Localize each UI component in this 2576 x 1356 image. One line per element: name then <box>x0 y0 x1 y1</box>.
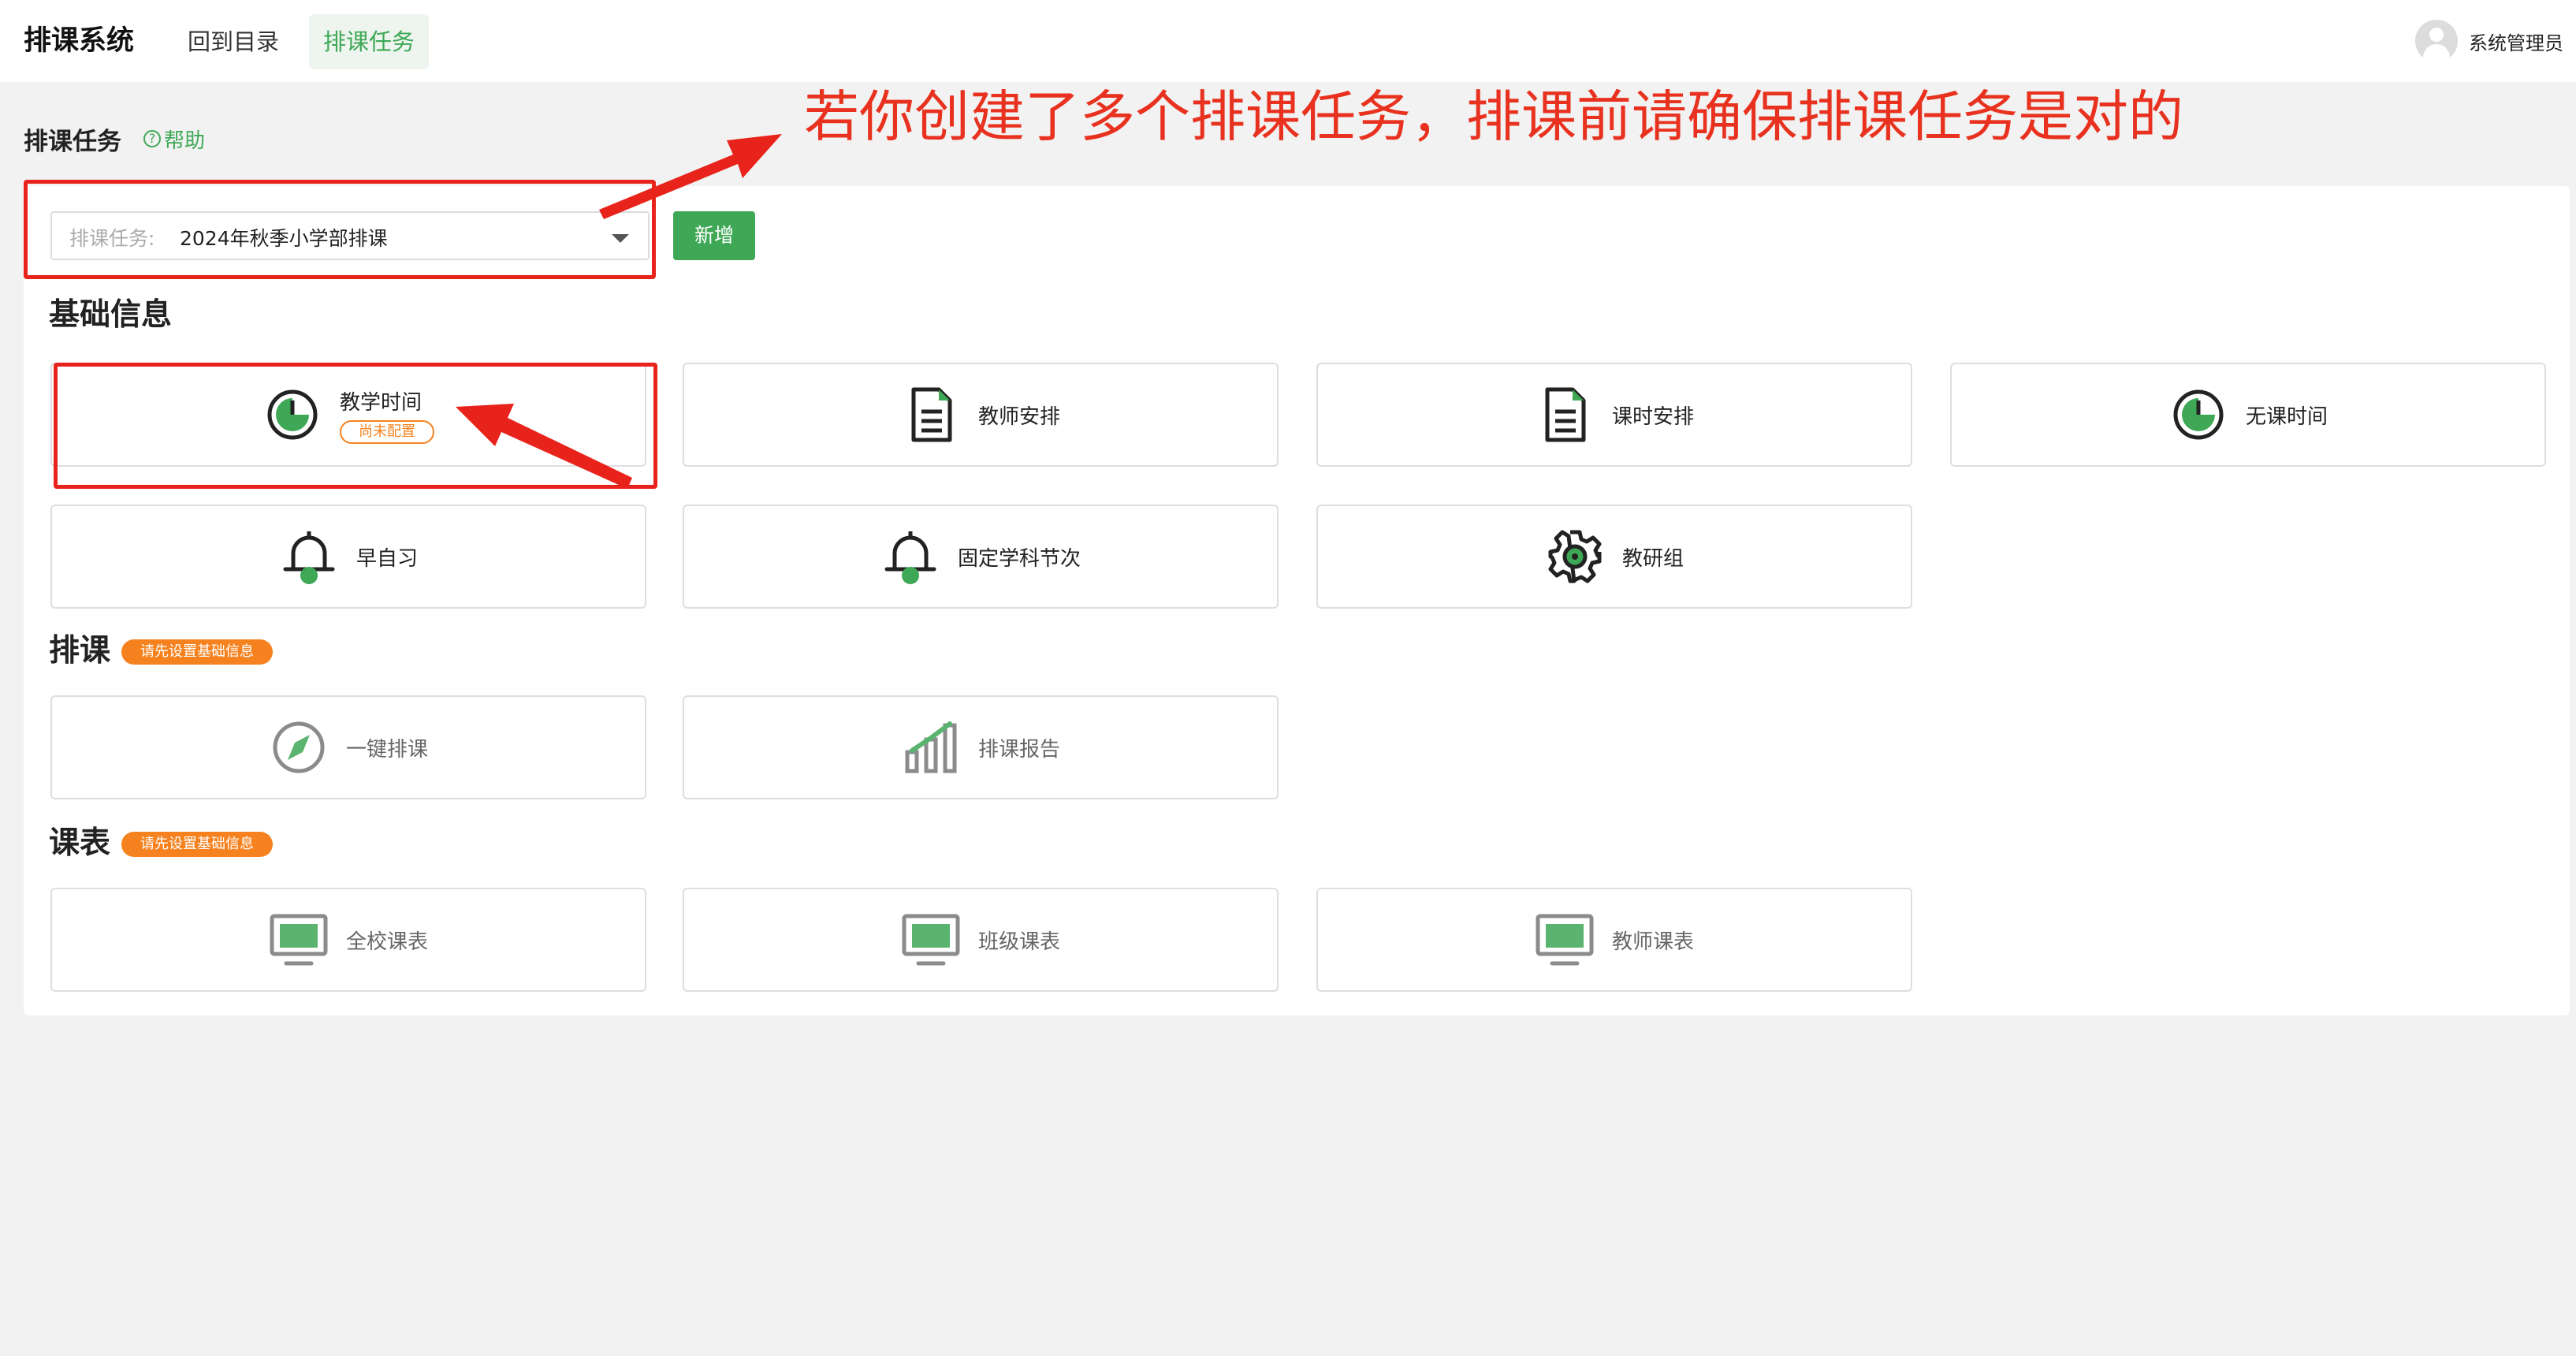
card-label: 全校课表 <box>345 929 428 954</box>
card-label: 一键排课 <box>345 737 428 762</box>
card-label: 排课报告 <box>977 737 1060 762</box>
bell-icon <box>880 527 940 587</box>
document-icon <box>901 385 961 445</box>
group-title-schedule: 排课 <box>49 633 111 669</box>
bell-icon <box>279 527 339 587</box>
user-name: 系统管理员 <box>2469 32 2563 54</box>
page-title: 排课任务 <box>24 127 121 156</box>
task-select[interactable]: 排课任务: 2024年秋季小学部排课 <box>50 211 650 260</box>
nav-schedule-task[interactable]: 排课任务 <box>309 14 430 69</box>
monitor-icon <box>901 910 961 970</box>
help-link[interactable]: ? 帮助 <box>143 125 205 154</box>
card-schedule-report[interactable]: 排课报告 <box>683 695 1279 799</box>
card-label: 教师安排 <box>977 404 1060 429</box>
group-title-basic: 基础信息 <box>49 297 173 333</box>
chevron-down-icon <box>612 234 629 243</box>
status-badge: 尚未配置 <box>340 419 434 444</box>
help-label: 帮助 <box>164 129 206 153</box>
card-class-hours[interactable]: 课时安排 <box>1316 363 1912 467</box>
card-label: 教师课表 <box>1611 929 1694 954</box>
avatar <box>2415 20 2458 62</box>
task-select-value: 2024年秋季小学部排课 <box>180 227 388 250</box>
document-icon <box>1535 385 1595 445</box>
card-school-timetable[interactable]: 全校课表 <box>50 888 646 992</box>
clock-icon <box>2168 385 2228 445</box>
nav-home[interactable]: 回到目录 <box>173 14 293 69</box>
compass-icon <box>269 717 329 777</box>
clock-icon <box>262 385 322 445</box>
card-teacher-timetable[interactable]: 教师课表 <box>1316 888 1912 992</box>
monitor-icon <box>1535 910 1595 970</box>
add-task-button[interactable]: 新增 <box>673 211 755 260</box>
warning-badge: 请先设置基础信息 <box>121 832 273 857</box>
card-auto-schedule[interactable]: 一键排课 <box>50 695 646 799</box>
gear-icon <box>1545 527 1605 587</box>
question-icon: ? <box>143 130 161 147</box>
card-label: 教研组 <box>1621 546 1684 571</box>
group-title-timetable: 课表 <box>49 825 111 861</box>
warning-badge: 请先设置基础信息 <box>121 639 273 665</box>
card-research-group[interactable]: 教研组 <box>1316 505 1912 609</box>
monitor-icon <box>269 910 329 970</box>
card-no-class-time[interactable]: 无课时间 <box>1950 363 2546 467</box>
card-morning-study[interactable]: 早自习 <box>50 505 646 609</box>
page-header: 排课任务 ? 帮助 <box>24 120 205 158</box>
task-select-label: 排课任务: <box>69 227 155 250</box>
card-label: 教学时间 <box>340 390 423 415</box>
card-class-timetable[interactable]: 班级课表 <box>683 888 1279 992</box>
annotation-text: 若你创建了多个排课任务，排课前请确保排课任务是对的 <box>804 84 2183 149</box>
card-label: 固定学科节次 <box>957 546 1081 571</box>
app-title: 排课系统 <box>24 25 135 57</box>
card-teacher-arrangement[interactable]: 教师安排 <box>683 363 1279 467</box>
card-label: 班级课表 <box>977 929 1060 954</box>
user-menu[interactable]: 系统管理员 <box>2415 19 2563 63</box>
bar-chart-icon <box>901 717 961 777</box>
card-label: 课时安排 <box>1611 404 1694 429</box>
top-bar: 排课系统 回到目录 排课任务 系统管理员 <box>0 0 2576 82</box>
card-fixed-periods[interactable]: 固定学科节次 <box>683 505 1279 609</box>
card-teaching-time[interactable]: 教学时间 尚未配置 <box>50 363 646 467</box>
card-label: 早自习 <box>356 546 418 571</box>
card-label: 无课时间 <box>2245 404 2328 429</box>
